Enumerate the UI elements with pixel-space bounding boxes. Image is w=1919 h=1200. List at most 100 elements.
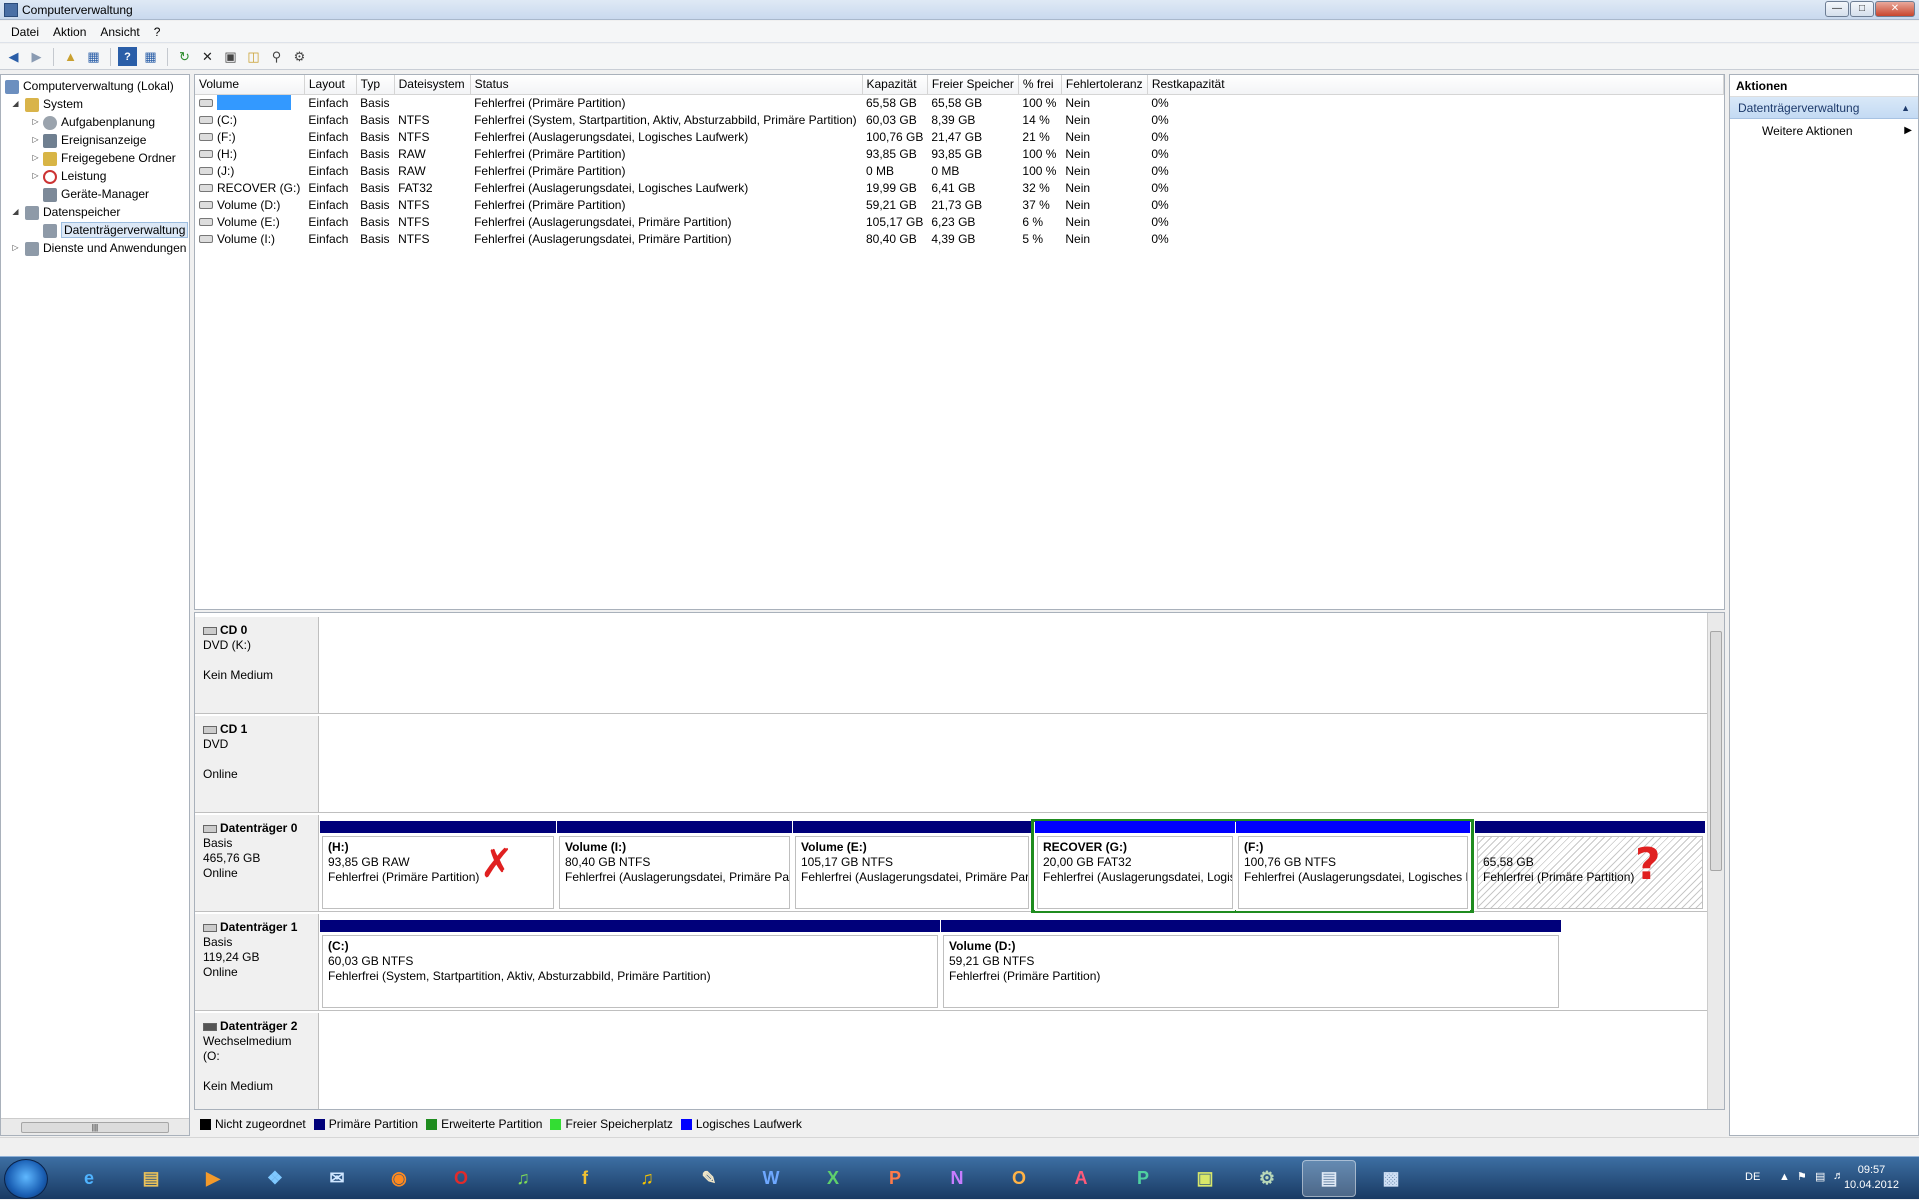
collapse-icon[interactable]: ◢ — [11, 207, 20, 216]
tree-horizontal-scrollbar[interactable]: ||| — [1, 1118, 189, 1135]
scrollbar-thumb[interactable]: ||| — [21, 1122, 169, 1133]
opera-icon[interactable]: O — [434, 1160, 488, 1197]
back-icon[interactable]: ◀ — [4, 47, 23, 66]
forward-icon[interactable]: ▶ — [27, 47, 46, 66]
disk-row-cd0[interactable]: CD 0 DVD (K:) Kein Medium — [195, 617, 1709, 714]
col-status[interactable]: Status — [470, 75, 863, 95]
media-player-icon[interactable]: ▶ — [186, 1160, 240, 1197]
col-filesystem[interactable]: Dateisystem — [394, 75, 471, 95]
tree-root[interactable]: Computerverwaltung (Lokal) — [5, 77, 174, 95]
notepad-icon[interactable]: ✎ — [682, 1160, 736, 1197]
outlook-icon[interactable]: O — [992, 1160, 1046, 1197]
col-capacity[interactable]: Kapazität — [862, 75, 928, 95]
partition-e[interactable]: Volume (E:) 105,17 GB NTFS Fehlerfrei (A… — [793, 821, 1031, 911]
col-volume[interactable]: Volume — [195, 75, 305, 95]
tree-events[interactable]: Ereignisanzeige — [43, 131, 146, 149]
tree-diskmgmt[interactable]: Datenträgerverwaltung — [43, 221, 189, 239]
expand-icon[interactable]: ▷ — [31, 135, 40, 144]
disk-row-2[interactable]: Datenträger 2 Wechselmedium (O: Kein Med… — [195, 1013, 1709, 1109]
table-row[interactable]: (J:) Einfach Basis RAW Fehlerfrei (Primäre P… — [195, 162, 1724, 179]
publisher-icon[interactable]: P — [1116, 1160, 1170, 1197]
partition-c[interactable]: (C:) 60,03 GB NTFS Fehlerfrei (System, S… — [320, 920, 940, 1010]
actions-section-disk-management[interactable]: Datenträgerverwaltung ▲ — [1730, 97, 1918, 119]
show-hide-tree-icon[interactable]: ▦ — [84, 47, 103, 66]
help-icon[interactable]: ? — [118, 47, 137, 66]
access-icon[interactable]: A — [1054, 1160, 1108, 1197]
firefox-icon[interactable]: ◉ — [372, 1160, 426, 1197]
explorer-folder-icon[interactable]: ▤ — [124, 1160, 178, 1197]
tray-expand-icon[interactable]: ▲ — [1779, 1171, 1790, 1183]
tree-tasks[interactable]: Aufgabenplanung — [43, 113, 155, 131]
collapse-icon[interactable]: ◢ — [11, 99, 20, 108]
tree-storage[interactable]: Datenspeicher — [25, 203, 120, 221]
disk-row-1[interactable]: Datenträger 1 Basis 119,24 GB Online (C:… — [195, 914, 1709, 1011]
table-row[interactable]: (F:) Einfach Basis NTFS Fehlerfrei (Auslager… — [195, 128, 1724, 145]
close-button[interactable]: ✕ — [1875, 1, 1915, 17]
search-icon[interactable]: ⚲ — [267, 47, 286, 66]
tree-shares[interactable]: Freigegebene Ordner — [43, 149, 176, 167]
disk-row-0[interactable]: Datenträger 0 Basis 465,76 GB Online (H:… — [195, 815, 1709, 913]
tree-services[interactable]: Dienste und Anwendungen — [25, 239, 186, 257]
col-layout[interactable]: Layout — [304, 75, 357, 95]
remote-desktop-icon[interactable]: ▩ — [1364, 1160, 1418, 1197]
col-free-space[interactable]: Freier Speicher — [927, 75, 1019, 95]
table-row[interactable]: (H:) Einfach Basis RAW Fehlerfrei (Primäre P… — [195, 145, 1724, 162]
more-actions[interactable]: Weitere Aktionen ▶ — [1730, 119, 1918, 143]
refresh-icon[interactable]: ↻ — [175, 47, 194, 66]
word-icon[interactable]: W — [744, 1160, 798, 1197]
menu-action[interactable]: Aktion — [46, 25, 93, 39]
collapse-up-icon[interactable]: ▲ — [1901, 97, 1910, 119]
network-icon[interactable]: ⚙ — [1240, 1160, 1294, 1197]
table-row[interactable]: (C:) Einfach Basis NTFS Fehlerfrei (System, … — [195, 111, 1724, 128]
tree-perf[interactable]: Leistung — [43, 167, 106, 185]
start-button[interactable] — [4, 1159, 48, 1199]
show-hide-action-pane-icon[interactable]: ▦ — [141, 47, 160, 66]
menu-file[interactable]: Datei — [4, 25, 46, 39]
expand-icon[interactable]: ▷ — [11, 243, 20, 252]
computer-management-task-icon[interactable]: ▤ — [1302, 1160, 1356, 1197]
open-folder-icon[interactable]: ◫ — [244, 47, 263, 66]
partition-g[interactable]: RECOVER (G:) 20,00 GB FAT32 Fehlerfrei (… — [1035, 821, 1235, 911]
table-row[interactable]: Volume (D:) Einfach Basis NTFS Fehlerfrei (P… — [195, 196, 1724, 213]
up-folder-icon[interactable]: ▲ — [61, 47, 80, 66]
network-tray-icon[interactable]: ▤ — [1815, 1170, 1825, 1183]
disk-view-vertical-scrollbar[interactable] — [1707, 613, 1724, 1109]
settings-icon[interactable]: ⚙ — [290, 47, 309, 66]
notification-bell-icon[interactable]: ♫ — [620, 1160, 674, 1197]
tree-system[interactable]: System — [25, 95, 83, 113]
partition-f[interactable]: (F:) 100,76 GB NTFS Fehlerfrei (Auslager… — [1236, 821, 1470, 911]
maximize-button[interactable]: □ — [1850, 1, 1874, 17]
expand-icon[interactable]: ▷ — [31, 153, 40, 162]
partition-unlettered[interactable]: 65,58 GB Fehlerfrei (Primäre Partition) … — [1475, 821, 1705, 911]
properties-icon[interactable]: ▣ — [221, 47, 240, 66]
menu-view[interactable]: Ansicht — [93, 25, 146, 39]
table-row[interactable]: Volume (E:) Einfach Basis NTFS Fehlerfrei (A… — [195, 213, 1724, 230]
clock[interactable]: 09:57 10.04.2012 — [1844, 1163, 1899, 1193]
col-overhead[interactable]: Restkapazität — [1147, 75, 1724, 95]
expand-icon[interactable]: ▷ — [31, 117, 40, 126]
expand-icon[interactable]: ▷ — [31, 171, 40, 180]
excel-icon[interactable]: X — [806, 1160, 860, 1197]
powerpoint-icon[interactable]: P — [868, 1160, 922, 1197]
scrollbar-thumb[interactable] — [1710, 631, 1722, 871]
col-type[interactable]: Typ — [356, 75, 395, 95]
delete-icon[interactable]: ✕ — [198, 47, 217, 66]
internet-explorer-icon[interactable]: e — [62, 1160, 116, 1197]
table-row[interactable]: RECOVER (G:) Einfach Basis FAT32 Fehlerfrei … — [195, 179, 1724, 196]
partition-h[interactable]: (H:) 93,85 GB RAW Fehlerfrei (Primäre Pa… — [320, 821, 556, 911]
safari-icon[interactable]: ❖ — [248, 1160, 302, 1197]
onenote-icon[interactable]: N — [930, 1160, 984, 1197]
action-center-flag-icon[interactable]: ⚑ — [1797, 1170, 1807, 1183]
table-row[interactable]: Volume (I:) Einfach Basis NTFS Fehlerfrei (A… — [195, 230, 1724, 247]
sticky-notes-icon[interactable]: ▣ — [1178, 1160, 1232, 1197]
flash-icon[interactable]: f — [558, 1160, 612, 1197]
tree-devmgr[interactable]: Geräte-Manager — [43, 185, 149, 203]
volume-icon[interactable]: ♬ — [1833, 1170, 1844, 1182]
minimize-button[interactable]: — — [1825, 1, 1849, 17]
disk-row-cd1[interactable]: CD 1 DVD Online — [195, 716, 1709, 813]
partition-d[interactable]: Volume (D:) 59,21 GB NTFS Fehlerfrei (Pr… — [941, 920, 1561, 1010]
table-row[interactable]: Einfach Basis Fehlerfrei (Primäre Partitio… — [195, 94, 1724, 111]
itunes-icon[interactable]: ♫ — [496, 1160, 550, 1197]
language-indicator[interactable]: DE — [1745, 1171, 1760, 1183]
col-percent-free[interactable]: % frei — [1018, 75, 1062, 95]
